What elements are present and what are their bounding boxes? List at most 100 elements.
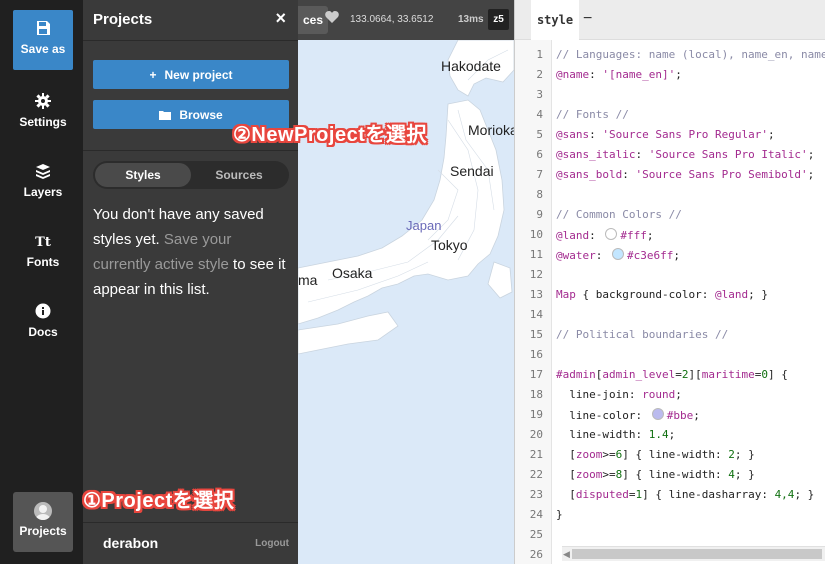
code-token: 4	[728, 468, 735, 481]
code-token: =	[675, 368, 682, 381]
code-line: line-join: round;	[556, 388, 682, 401]
editor-tab-bar: style −	[515, 0, 825, 40]
color-swatch-land[interactable]	[605, 228, 618, 240]
panel-title: Projects	[93, 11, 153, 28]
code-token: :	[589, 229, 603, 242]
city-label-hakodate: Hakodate	[441, 58, 501, 74]
code-token: 'Source Sans Pro Italic'	[648, 148, 808, 161]
code-line: Map { background-color: @land; }	[556, 288, 768, 301]
tab-style[interactable]: style	[531, 0, 579, 40]
code-line: @name: '[name_en]';	[556, 68, 682, 81]
horizontal-scrollbar[interactable]: ◀	[562, 546, 825, 561]
styles-sources-toggle: Styles Sources	[93, 161, 289, 189]
country-label-japan: Japan	[406, 218, 442, 233]
avatar	[34, 502, 52, 520]
layers-label: Layers	[23, 185, 63, 199]
code-token: ;	[693, 409, 700, 422]
annotation-step-1: ①Projectを選択	[83, 490, 235, 512]
code-line: #admin[admin_level=2][maritime=0] {	[556, 368, 788, 381]
code-token: ;	[668, 428, 676, 441]
code-comment: // Political boundaries //	[556, 328, 729, 341]
code-token: >=	[602, 448, 616, 461]
code-token: 4,4	[774, 488, 795, 501]
city-label-osaka: Osaka	[332, 265, 373, 281]
line-number: 24	[529, 508, 543, 521]
color-swatch-line[interactable]	[651, 408, 664, 420]
heart-icon[interactable]	[325, 11, 339, 26]
settings-label: Settings	[19, 115, 67, 129]
tab-styles[interactable]: Styles	[95, 163, 191, 187]
empty-styles-message: You don't have any saved styles yet. Sav…	[93, 202, 293, 302]
code-line: @water: #c3e6ff;	[556, 248, 680, 262]
minus-icon[interactable]: −	[583, 10, 592, 28]
line-number: 7	[536, 168, 543, 181]
code-token: #admin	[556, 368, 596, 381]
line-number: 10	[529, 228, 543, 241]
scroll-left-icon[interactable]: ◀	[563, 549, 570, 560]
code-token: ] { line-width:	[622, 468, 729, 481]
line-number: 21	[529, 448, 543, 461]
code-token: :	[622, 168, 636, 181]
map-view[interactable]: ces 133.0664, 33.6512 13ms z5 Hakodate M…	[298, 0, 514, 564]
tab-sources[interactable]: Sources	[191, 163, 287, 187]
projects-button[interactable]: Projects	[13, 492, 73, 552]
code-token: 2	[728, 448, 735, 461]
fonts-icon: Tt	[35, 235, 51, 250]
code-token: ;	[675, 388, 682, 401]
layers-button[interactable]: Layers	[13, 153, 73, 213]
line-number: 5	[536, 128, 543, 141]
save-as-button[interactable]: Save as	[13, 10, 73, 70]
close-icon[interactable]: ×	[275, 8, 286, 29]
code-token: ;	[767, 128, 775, 141]
code-line: @sans_bold: 'Source Sans Pro Semibold';	[556, 168, 814, 181]
code-token: { background-color:	[575, 288, 715, 301]
code-token: @sans_bold	[556, 168, 623, 181]
scrollbar-thumb[interactable]	[572, 549, 822, 559]
code-token: @sans	[556, 128, 590, 141]
line-number: 20	[529, 428, 543, 441]
city-label-sendai: Sendai	[450, 163, 494, 179]
annotation-step-2: ②NewProjectを選択	[233, 124, 427, 146]
docs-button[interactable]: Docs	[13, 293, 73, 353]
code-token: 1.4	[648, 428, 669, 441]
line-number: 17	[529, 368, 543, 381]
code-token: ] { line-width:	[622, 448, 729, 461]
new-project-button[interactable]: + New project	[93, 60, 289, 89]
code-token: 'Source Sans Pro Regular'	[602, 128, 768, 141]
code-token: ; }	[794, 488, 815, 501]
code-token: :	[589, 128, 603, 141]
settings-button[interactable]: Settings	[13, 83, 73, 143]
map-status-bar: ces 133.0664, 33.6512 13ms z5	[298, 0, 514, 40]
code-token: @sans_italic	[556, 148, 636, 161]
line-number: 15	[529, 328, 543, 341]
code-token: maritime	[701, 368, 755, 381]
code-line: // Fonts //	[556, 108, 629, 121]
projects-label: Projects	[19, 524, 67, 538]
code-token: }	[556, 508, 563, 521]
code-token: #fff	[620, 229, 647, 242]
color-swatch-water[interactable]	[612, 248, 624, 260]
line-number: 8	[536, 188, 543, 201]
line-number: 26	[529, 548, 543, 561]
code-token: ;	[807, 168, 815, 181]
panel-divider	[83, 522, 298, 523]
code-token: >=	[602, 468, 616, 481]
line-number: 2	[536, 68, 543, 81]
sources-chip[interactable]: ces	[298, 6, 328, 34]
code-token: ][	[688, 368, 702, 381]
render-time: 13ms	[458, 14, 484, 25]
logout-link[interactable]: Logout	[255, 538, 289, 549]
code-token: [	[556, 468, 576, 481]
line-number: 6	[536, 148, 543, 161]
line-number: 4	[536, 108, 543, 121]
code-token: ] {	[767, 368, 788, 381]
code-line: }	[556, 508, 563, 521]
code-editor[interactable]: style − // Languages: name (local), name…	[514, 0, 825, 564]
info-icon	[13, 303, 73, 323]
line-number: 16	[529, 348, 543, 361]
code-line: line-color: #bbe;	[556, 408, 700, 422]
line-number: 23	[529, 488, 543, 501]
code-comment: // Languages: name (local), name_en, nam…	[556, 48, 825, 61]
fonts-button[interactable]: Tt Fonts	[13, 223, 73, 283]
code-token: disputed	[575, 488, 629, 501]
